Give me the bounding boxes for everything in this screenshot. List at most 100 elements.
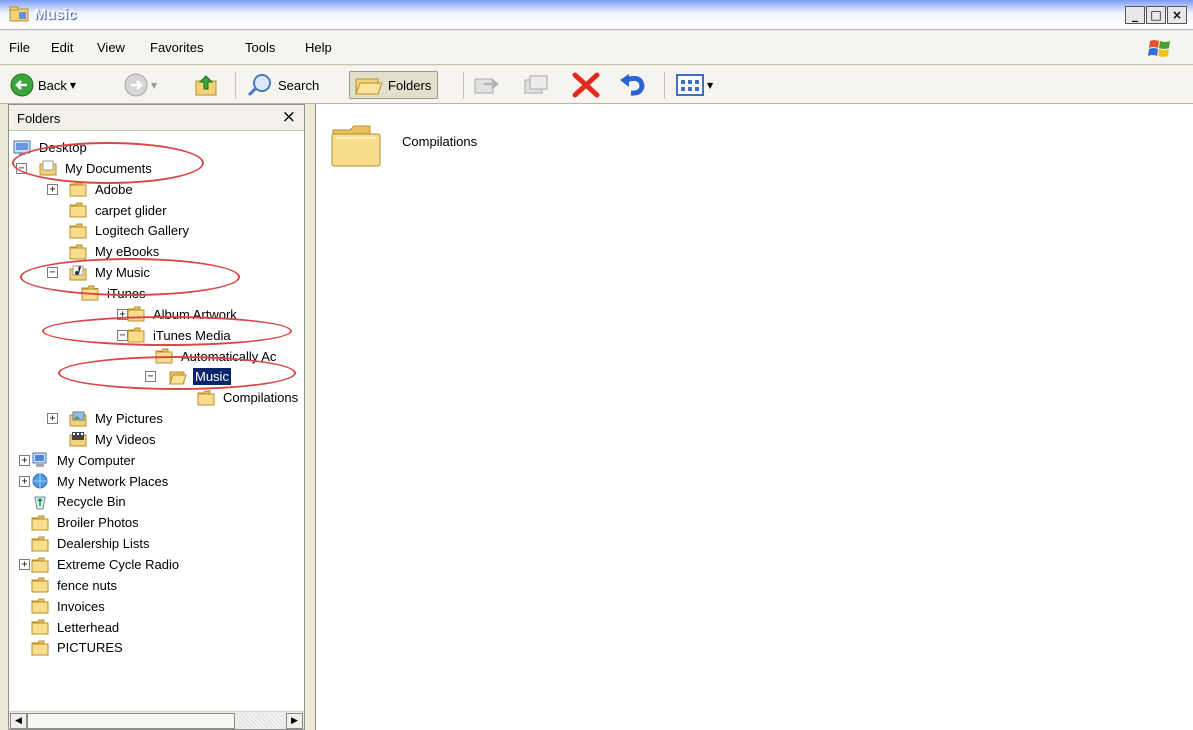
folder-icon — [31, 515, 49, 531]
folders-pane-header: Folders × — [9, 105, 304, 131]
scrollbar-thumb[interactable] — [27, 713, 235, 729]
tree-item-label: My Music — [95, 265, 150, 281]
tree-item-carpet-glider[interactable]: carpet glider — [69, 200, 169, 221]
menu-help[interactable]: Help — [305, 40, 332, 55]
delete-icon — [572, 72, 600, 98]
toolbar-separator — [463, 72, 464, 98]
desktop-icon — [13, 140, 31, 156]
folder-icon — [31, 557, 49, 573]
tree-item-itunes-media[interactable]: iTunes Media — [127, 325, 233, 346]
tree-item-label: My Pictures — [95, 411, 163, 427]
tree-item-my-network-places[interactable]: My Network Places — [31, 471, 170, 492]
copy-to-button[interactable] — [522, 71, 550, 99]
tree-item-broiler-photos[interactable]: Broiler Photos — [31, 512, 141, 533]
scroll-left-icon[interactable]: ◀ — [10, 713, 27, 729]
up-folder-button[interactable] — [193, 71, 219, 99]
horizontal-scrollbar[interactable]: ◀ ▶ — [9, 711, 304, 729]
title-bar[interactable]: Music _ □ × — [0, 0, 1193, 30]
copy-to-icon — [524, 75, 548, 94]
menu-tools[interactable]: Tools — [245, 40, 275, 55]
my-music-icon — [69, 265, 87, 281]
tree-item-music[interactable]: Music — [169, 366, 231, 387]
contents-pane: Compilations — [315, 104, 1193, 730]
chevron-down-icon[interactable]: ▼ — [151, 81, 157, 90]
folders-pane-title: Folders — [17, 111, 61, 126]
close-icon[interactable]: × — [282, 107, 296, 127]
maximize-button[interactable]: □ — [1146, 6, 1166, 24]
tree-item-label: Compilations — [223, 390, 299, 406]
tree-item-logitech-gallery[interactable]: Logitech Gallery — [69, 220, 191, 241]
chevron-down-icon[interactable]: ▼ — [707, 81, 713, 90]
toolbar: Back ▼ ▼ Search Folders ▼ — [0, 66, 1193, 104]
tree-item-my-computer[interactable]: My Computer — [31, 450, 137, 471]
expand-icon[interactable]: + — [47, 413, 58, 425]
tree-item-recycle-bin[interactable]: Recycle Bin — [31, 491, 128, 512]
menu-edit[interactable]: Edit — [51, 40, 73, 55]
tree-item-label: iTunes — [107, 285, 146, 301]
collapse-icon[interactable]: − — [16, 162, 27, 174]
undo-button[interactable] — [617, 71, 649, 99]
collapse-icon[interactable]: − — [47, 267, 58, 279]
move-to-button[interactable] — [472, 71, 500, 99]
tree-item-label: iTunes Media — [153, 327, 231, 343]
tree-item-my-pictures[interactable]: My Pictures — [69, 408, 165, 429]
minimize-button[interactable]: _ — [1125, 6, 1145, 24]
scroll-right-icon[interactable]: ▶ — [286, 713, 303, 729]
my-computer-icon — [31, 452, 49, 468]
tree-item-extreme-cycle-radio[interactable]: Extreme Cycle Radio — [31, 554, 181, 575]
tree-item-label: Automatically Ac — [181, 348, 277, 364]
menu-file[interactable]: File — [9, 40, 30, 55]
folder-icon — [69, 244, 87, 260]
tree-item-label: Invoices — [57, 598, 105, 614]
network-icon — [31, 473, 49, 489]
tree-item-fence-nuts[interactable]: fence nuts — [31, 575, 119, 596]
scrollbar-track[interactable] — [237, 714, 285, 728]
search-button[interactable]: Search — [246, 71, 319, 99]
folder-open-icon — [169, 369, 187, 385]
expand-icon[interactable]: + — [47, 183, 58, 195]
folders-button[interactable]: Folders — [349, 71, 439, 99]
tree-item-compilations[interactable]: Compilations — [197, 387, 300, 408]
expand-icon[interactable]: + — [19, 454, 30, 466]
expand-icon[interactable]: + — [19, 475, 30, 487]
forward-arrow-icon — [124, 73, 148, 97]
tree-item-pictures[interactable]: PICTURES — [31, 637, 125, 658]
tree-item-label: Recycle Bin — [57, 494, 126, 510]
tree-item-adobe[interactable]: Adobe — [69, 179, 135, 200]
views-icon — [676, 74, 704, 96]
views-button[interactable]: ▼ — [676, 71, 713, 99]
tree-item-itunes[interactable]: iTunes — [81, 283, 148, 304]
folders-label: Folders — [388, 77, 432, 93]
up-folder-icon — [195, 75, 217, 96]
tree-item-automatically-ac[interactable]: Automatically Ac — [155, 346, 278, 367]
menu-favorites[interactable]: Favorites — [150, 40, 203, 55]
tree-item-my-documents[interactable]: My Documents — [39, 158, 154, 179]
folder-item-compilations[interactable]: Compilations — [330, 122, 477, 168]
move-to-icon — [474, 78, 500, 94]
menu-view[interactable]: View — [97, 40, 125, 55]
collapse-icon[interactable]: − — [145, 371, 156, 383]
folder-icon — [331, 125, 381, 167]
tree-item-dealership-lists[interactable]: Dealership Lists — [31, 533, 152, 554]
folder-icon — [155, 348, 173, 364]
expand-icon[interactable]: + — [19, 559, 30, 570]
forward-button[interactable]: ▼ — [124, 71, 157, 99]
tree-item-label: carpet glider — [95, 202, 167, 218]
tree-item-my-ebooks[interactable]: My eBooks — [69, 241, 161, 262]
tree-item-letterhead[interactable]: Letterhead — [31, 617, 121, 638]
window-folder-icon — [9, 6, 29, 22]
tree-item-label: Album Artwork — [153, 306, 237, 322]
tree-item-invoices[interactable]: Invoices — [31, 596, 107, 617]
back-arrow-icon — [10, 73, 34, 97]
chevron-down-icon[interactable]: ▼ — [70, 81, 76, 90]
back-label: Back — [38, 77, 67, 93]
delete-button[interactable] — [570, 71, 602, 99]
close-button[interactable]: × — [1167, 6, 1187, 24]
folder-icon — [81, 285, 99, 301]
tree-item-album-artwork[interactable]: Album Artwork — [127, 304, 239, 325]
tree-item-label: PICTURES — [57, 640, 123, 656]
tree-item-desktop[interactable]: Desktop — [13, 137, 89, 158]
tree-item-my-music[interactable]: My Music — [69, 262, 152, 283]
back-button[interactable]: Back ▼ — [10, 71, 76, 99]
tree-item-my-videos[interactable]: My Videos — [69, 429, 157, 450]
